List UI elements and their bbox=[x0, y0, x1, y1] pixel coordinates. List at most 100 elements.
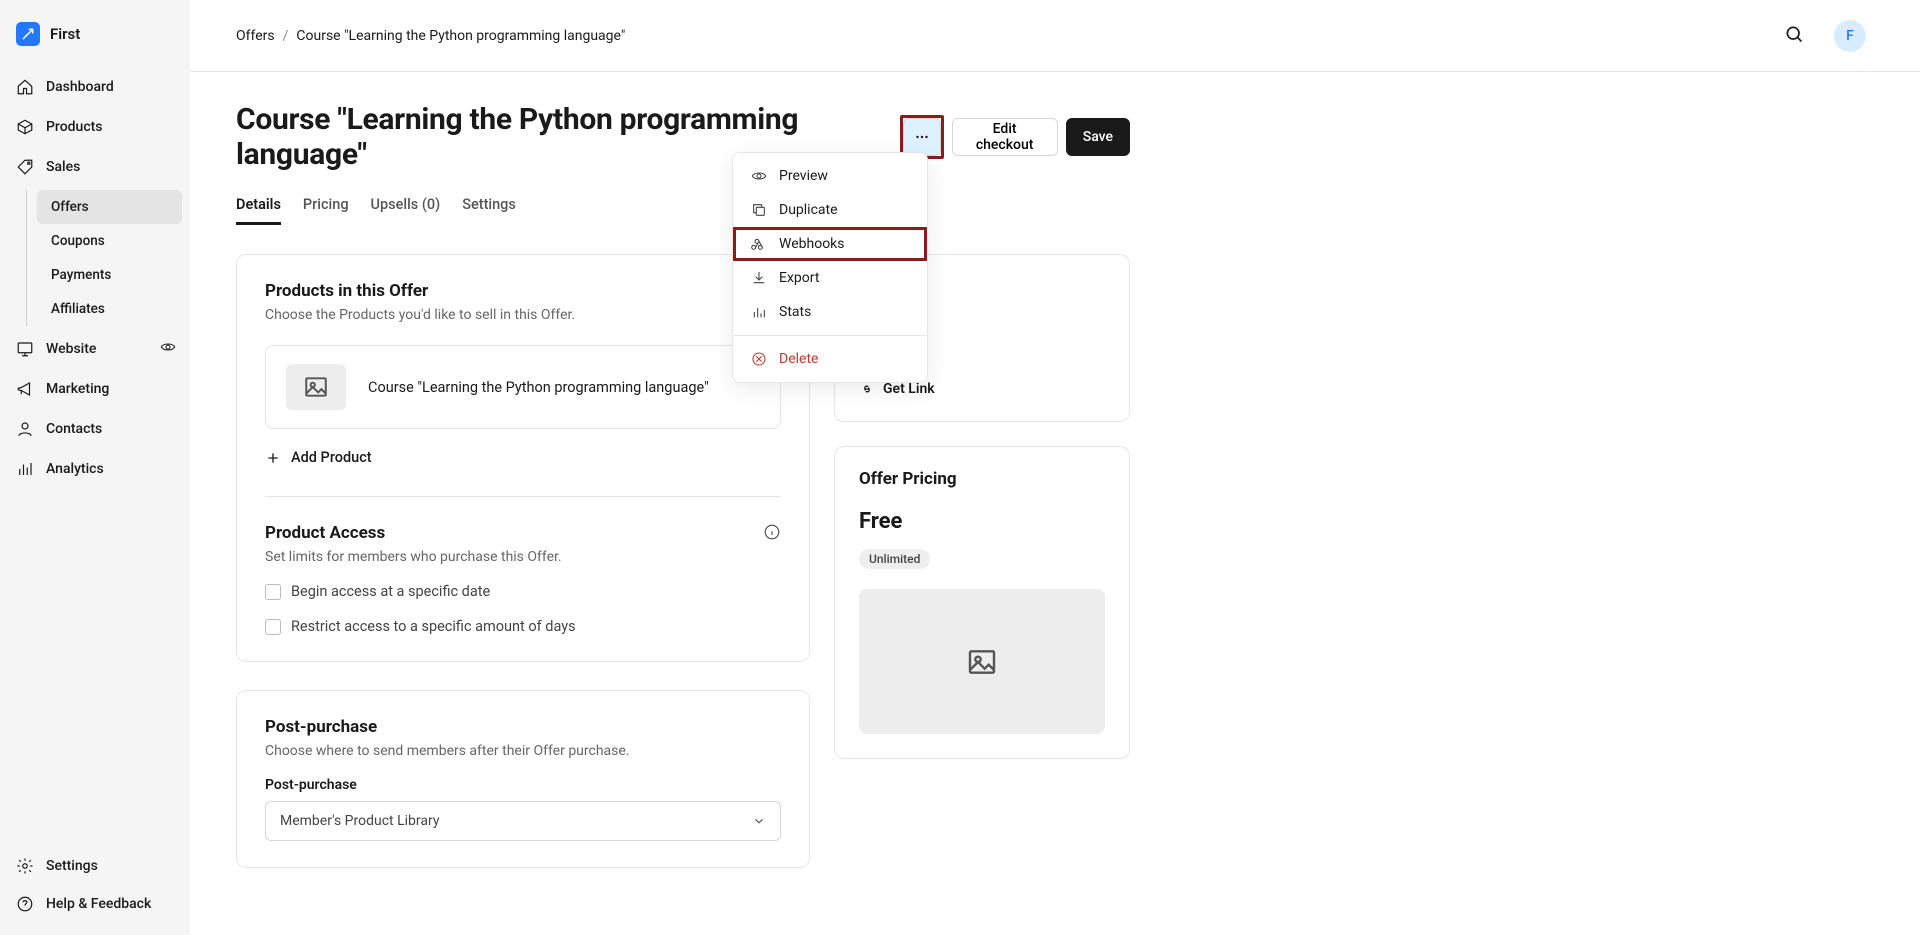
checkbox-label: Begin access at a specific date bbox=[291, 583, 490, 600]
subnav-offers[interactable]: Offers bbox=[37, 190, 182, 224]
sidebar-item-marketing[interactable]: Marketing bbox=[8, 370, 182, 408]
dropdown-delete[interactable]: Delete bbox=[733, 342, 927, 376]
image-icon bbox=[966, 646, 998, 678]
dropdown-stats[interactable]: Stats bbox=[733, 295, 927, 329]
dropdown-preview[interactable]: Preview bbox=[733, 159, 927, 193]
box-icon bbox=[16, 118, 34, 136]
webhook-icon bbox=[751, 236, 767, 252]
tab-upsells[interactable]: Upsells (0) bbox=[371, 190, 441, 225]
page-header: Course "Learning the Python programming … bbox=[236, 102, 1130, 172]
nav-label: Help & Feedback bbox=[46, 896, 151, 912]
home-icon bbox=[16, 78, 34, 96]
brand-header[interactable]: First bbox=[8, 12, 182, 68]
search-button[interactable] bbox=[1784, 24, 1804, 48]
products-subtitle: Choose the Products you'd like to sell i… bbox=[265, 307, 781, 323]
dropdown-label: Export bbox=[779, 270, 819, 286]
dropdown-webhooks[interactable]: Webhooks bbox=[733, 227, 927, 261]
products-card: Products in this Offer Choose the Produc… bbox=[236, 254, 810, 662]
topbar: Offers / Course "Learning the Python pro… bbox=[190, 0, 1920, 72]
eye-icon bbox=[751, 168, 767, 184]
select-value: Member's Product Library bbox=[280, 813, 439, 829]
sidebar-item-contacts[interactable]: Contacts bbox=[8, 410, 182, 448]
dropdown-label: Preview bbox=[779, 168, 828, 184]
sidebar-item-website[interactable]: Website bbox=[8, 330, 182, 368]
more-actions-button[interactable] bbox=[903, 118, 941, 156]
info-icon[interactable] bbox=[763, 523, 781, 545]
checkbox-restrict-days[interactable] bbox=[265, 619, 281, 635]
nav-label: Website bbox=[46, 341, 96, 357]
access-title: Product Access bbox=[265, 523, 781, 543]
sidebar-item-products[interactable]: Products bbox=[8, 108, 182, 146]
dropdown-label: Stats bbox=[779, 304, 811, 320]
get-link-label: Get Link bbox=[883, 381, 935, 397]
sales-subnav: Offers Coupons Payments Affiliates bbox=[26, 190, 182, 326]
product-row[interactable]: Course "Learning the Python programming … bbox=[265, 345, 781, 429]
dropdown-duplicate[interactable]: Duplicate bbox=[733, 193, 927, 227]
brand-logo-icon bbox=[16, 22, 40, 46]
post-title: Post-purchase bbox=[265, 717, 781, 737]
more-actions-dropdown: Preview Duplicate Webhooks Export bbox=[732, 152, 928, 383]
copy-icon bbox=[751, 202, 767, 218]
sidebar-item-analytics[interactable]: Analytics bbox=[8, 450, 182, 488]
main-nav: Dashboard Products Sales Offers Coupons … bbox=[8, 68, 182, 488]
dropdown-export[interactable]: Export bbox=[733, 261, 927, 295]
nav-label: Analytics bbox=[46, 461, 104, 477]
dropdown-label: Delete bbox=[779, 351, 818, 367]
nav-label: Sales bbox=[46, 159, 80, 175]
pricing-image-placeholder bbox=[859, 589, 1105, 734]
breadcrumb-root[interactable]: Offers bbox=[236, 28, 275, 44]
tab-details[interactable]: Details bbox=[236, 190, 281, 225]
nav-label: Contacts bbox=[46, 421, 102, 437]
eye-icon bbox=[160, 339, 176, 359]
tabs: Details Pricing Upsells (0) Settings bbox=[236, 190, 1130, 226]
sidebar-footer: Settings Help & Feedback bbox=[8, 847, 182, 923]
card-divider bbox=[265, 496, 781, 497]
nav-label: Dashboard bbox=[46, 79, 114, 95]
add-product-label: Add Product bbox=[291, 449, 372, 466]
breadcrumb: Offers / Course "Learning the Python pro… bbox=[236, 28, 625, 44]
avatar[interactable]: F bbox=[1834, 20, 1866, 52]
product-name: Course "Learning the Python programming … bbox=[368, 379, 709, 396]
main: Offers / Course "Learning the Python pro… bbox=[190, 0, 1920, 935]
dropdown-label: Webhooks bbox=[779, 236, 845, 252]
save-button[interactable]: Save bbox=[1066, 118, 1130, 156]
dots-horizontal-icon bbox=[913, 128, 931, 146]
brand-name: First bbox=[50, 25, 80, 43]
add-product-button[interactable]: Add Product bbox=[265, 449, 781, 470]
image-icon bbox=[303, 374, 329, 400]
download-icon bbox=[751, 270, 767, 286]
sidebar: First Dashboard Products Sales Offers Co… bbox=[0, 0, 190, 935]
tab-pricing[interactable]: Pricing bbox=[303, 190, 349, 225]
help-icon bbox=[16, 895, 34, 913]
user-icon bbox=[16, 420, 34, 438]
sidebar-item-dashboard[interactable]: Dashboard bbox=[8, 68, 182, 106]
dropdown-label: Duplicate bbox=[779, 202, 838, 218]
sidebar-item-sales[interactable]: Sales bbox=[8, 148, 182, 186]
checkbox-begin-date[interactable] bbox=[265, 584, 281, 600]
nav-label: Marketing bbox=[46, 381, 109, 397]
tab-settings[interactable]: Settings bbox=[462, 190, 516, 225]
post-purchase-card: Post-purchase Choose where to send membe… bbox=[236, 690, 810, 868]
subnav-coupons[interactable]: Coupons bbox=[37, 224, 182, 258]
access-subtitle: Set limits for members who purchase this… bbox=[265, 549, 781, 565]
edit-checkout-button[interactable]: Edit checkout bbox=[952, 118, 1058, 156]
sidebar-item-settings[interactable]: Settings bbox=[8, 847, 182, 885]
delete-icon bbox=[751, 351, 767, 367]
nav-label: Products bbox=[46, 119, 103, 135]
monitor-icon bbox=[16, 340, 34, 358]
breadcrumb-separator: / bbox=[283, 28, 289, 44]
get-link-button[interactable]: Get Link bbox=[859, 381, 1105, 397]
sidebar-item-help[interactable]: Help & Feedback bbox=[8, 885, 182, 923]
pricing-card: Offer Pricing Free Unlimited bbox=[834, 446, 1130, 759]
search-icon bbox=[1784, 24, 1804, 44]
subnav-affiliates[interactable]: Affiliates bbox=[37, 292, 182, 326]
pricing-badge: Unlimited bbox=[859, 549, 930, 569]
megaphone-icon bbox=[16, 380, 34, 398]
subnav-payments[interactable]: Payments bbox=[37, 258, 182, 292]
post-purchase-select[interactable]: Member's Product Library bbox=[265, 801, 781, 841]
nav-label: Settings bbox=[46, 858, 98, 874]
products-title: Products in this Offer bbox=[265, 281, 781, 301]
chevron-down-icon bbox=[752, 814, 766, 828]
stats-icon bbox=[751, 304, 767, 320]
plus-icon bbox=[265, 450, 281, 466]
